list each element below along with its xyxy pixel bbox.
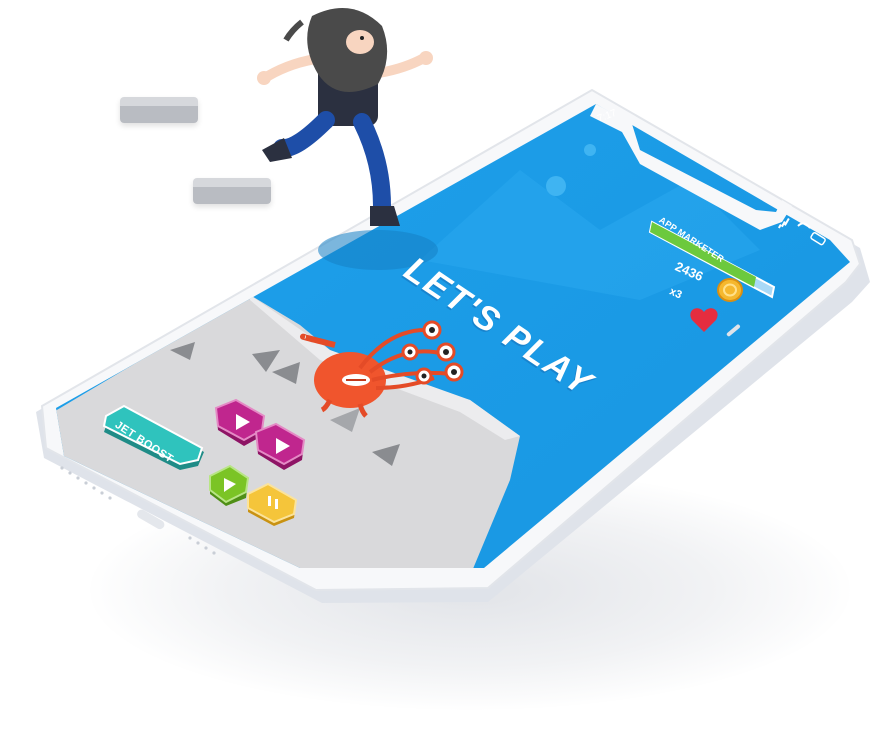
cloud-bubble xyxy=(546,176,566,196)
coin-icon xyxy=(717,278,743,302)
cloud-bubble xyxy=(584,144,596,156)
phone-illustration xyxy=(36,8,870,603)
